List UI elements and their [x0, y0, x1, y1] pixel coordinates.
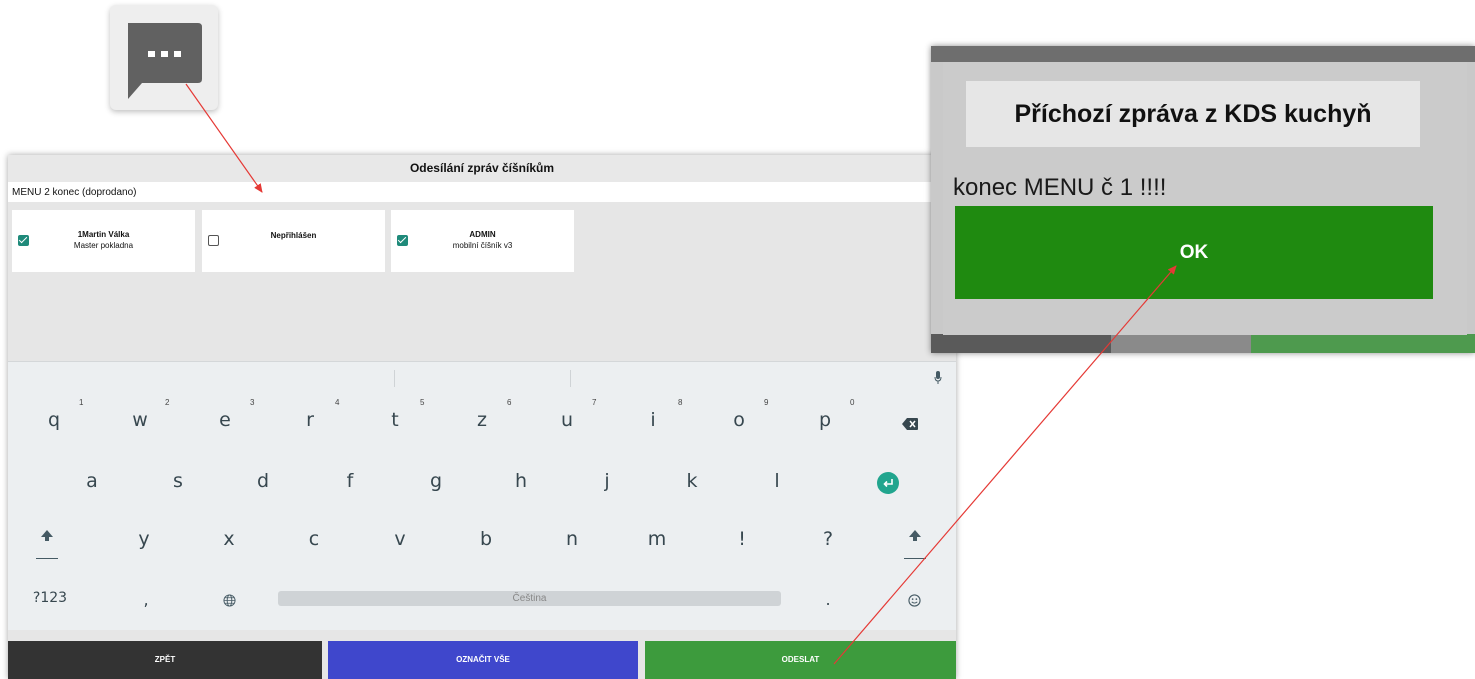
waiter-card-3[interactable]: ADMIN mobilní číšník v3 — [391, 210, 574, 272]
ok-button[interactable]: OK — [955, 206, 1433, 299]
period-key[interactable]: . — [808, 590, 848, 609]
key-l[interactable]: l — [757, 470, 797, 492]
globe-icon[interactable] — [223, 594, 236, 607]
waiter-name: ADMIN — [469, 230, 496, 239]
waiter-name: 1Martin Válka — [77, 230, 130, 239]
shift-icon[interactable] — [35, 524, 59, 548]
key-z[interactable]: z — [462, 409, 502, 431]
send-message-panel: Odesílání zpráv číšníkům 1Martin Válka M… — [8, 155, 956, 679]
mark-all-button[interactable]: OZNAČIT VŠE — [328, 641, 638, 679]
key-i[interactable]: i — [633, 409, 673, 431]
key-hint-number: 0 — [850, 398, 855, 407]
space-bar[interactable]: Čeština — [278, 591, 781, 606]
key-exclamation[interactable]: ! — [722, 528, 762, 550]
key-x[interactable]: x — [209, 528, 249, 550]
dialog-background-bar — [1251, 334, 1475, 353]
on-screen-keyboard: q1 w2 e3 r4 t5 z6 u7 i8 o9 p0 a s d f g h j k l y x c v b n m!?… — [8, 361, 956, 630]
key-q[interactable]: q — [34, 409, 74, 431]
key-hint-number: 9 — [764, 398, 769, 407]
chat-bubble-icon — [128, 23, 202, 99]
key-w[interactable]: w — [120, 409, 160, 431]
key-n[interactable]: n — [552, 528, 592, 550]
comma-key[interactable]: , — [126, 590, 166, 609]
waiter-card-2[interactable]: Nepřihlášen — [202, 210, 385, 272]
chat-notification-tile[interactable] — [110, 5, 218, 110]
incoming-message-dialog: Příchozí zpráva z KDS kuchyň konec MENU … — [931, 46, 1475, 353]
panel-title: Odesílání zpráv číšníkům — [8, 155, 956, 182]
suggestion-divider — [394, 370, 395, 387]
key-g[interactable]: g — [416, 470, 456, 492]
key-a[interactable]: a — [72, 470, 112, 492]
key-o[interactable]: o — [719, 409, 759, 431]
key-hint-number: 4 — [335, 398, 340, 407]
key-hint-number: 3 — [250, 398, 255, 407]
key-r[interactable]: r — [290, 409, 330, 431]
dialog-background-strip — [931, 46, 1475, 62]
send-button[interactable]: ODESLAT — [645, 641, 956, 679]
dialog-title: Příchozí zpráva z KDS kuchyň — [966, 81, 1420, 147]
key-y[interactable]: y — [124, 528, 164, 550]
suggestion-divider — [570, 370, 571, 387]
key-d[interactable]: d — [243, 470, 283, 492]
key-u[interactable]: u — [547, 409, 587, 431]
key-e[interactable]: e — [205, 409, 245, 431]
key-s[interactable]: s — [158, 470, 198, 492]
action-bar: ZPĚT OZNAČIT VŠE ODESLAT — [8, 641, 956, 679]
key-hint-number: 8 — [678, 398, 683, 407]
key-b[interactable]: b — [466, 528, 506, 550]
key-f[interactable]: f — [330, 470, 370, 492]
key-hint-number: 6 — [507, 398, 512, 407]
key-k[interactable]: k — [672, 470, 712, 492]
key-hint-number: 5 — [420, 398, 425, 407]
backspace-icon[interactable] — [902, 418, 918, 430]
dialog-background-bar — [1111, 334, 1251, 353]
key-t[interactable]: t — [375, 409, 415, 431]
key-v[interactable]: v — [380, 528, 420, 550]
back-button[interactable]: ZPĚT — [8, 641, 322, 679]
key-p[interactable]: p — [805, 409, 845, 431]
key-hint-number: 2 — [165, 398, 170, 407]
key-j[interactable]: j — [587, 470, 627, 492]
enter-icon[interactable] — [877, 472, 899, 494]
dialog-message: konec MENU č 1 !!!! — [953, 174, 1167, 201]
shift-icon[interactable] — [903, 524, 927, 548]
key-h[interactable]: h — [501, 470, 541, 492]
waiter-card-1[interactable]: 1Martin Válka Master pokladna — [12, 210, 195, 272]
mic-icon[interactable] — [934, 371, 942, 385]
key-hint-number: 1 — [79, 398, 84, 407]
waiter-role: Master pokladna — [73, 241, 134, 250]
waiter-role: mobilní číšník v3 — [452, 241, 513, 250]
waiter-name: Nepřihlášen — [270, 231, 317, 240]
key-question[interactable]: ? — [808, 528, 848, 550]
shift-underline — [904, 558, 926, 559]
key-c[interactable]: c — [294, 528, 334, 550]
symbols-key[interactable]: ?123 — [30, 590, 70, 606]
emoji-icon[interactable] — [908, 594, 921, 607]
key-hint-number: 7 — [592, 398, 597, 407]
message-input[interactable] — [8, 182, 956, 202]
key-m[interactable]: m — [637, 528, 677, 550]
shift-underline — [36, 558, 58, 559]
dialog-background-bar — [931, 334, 1111, 353]
